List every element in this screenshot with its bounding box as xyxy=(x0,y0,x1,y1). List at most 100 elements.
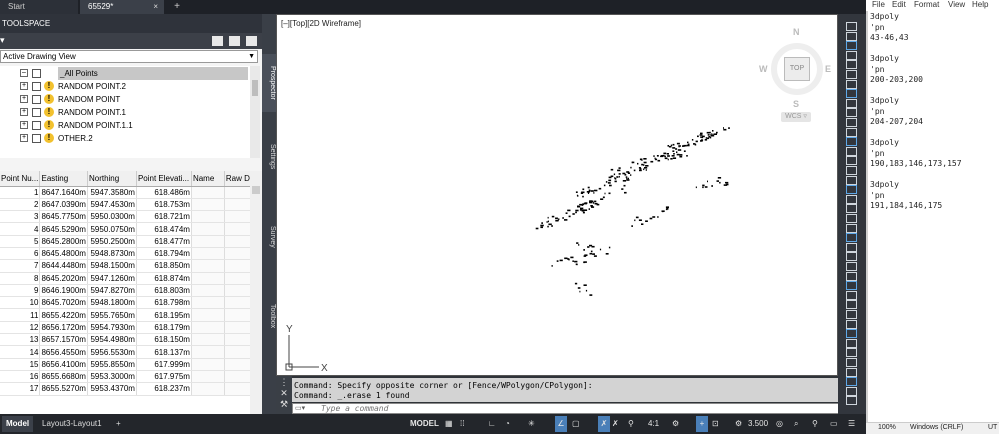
table-cell[interactable] xyxy=(191,333,225,347)
table-cell[interactable]: 8645.5290m xyxy=(39,222,88,236)
add-layout-button[interactable]: + xyxy=(112,416,125,432)
table-row[interactable]: 1 8647.1640m 5947.3580m 618.486m xyxy=(0,186,262,199)
lineweight-icon[interactable]: ⚙ xyxy=(735,416,742,432)
survey-point-marker[interactable] xyxy=(555,219,559,222)
survey-point-marker[interactable] xyxy=(723,128,727,131)
survey-point-marker[interactable] xyxy=(625,176,628,178)
tree-toggle-icon[interactable] xyxy=(212,36,223,46)
survey-point-marker[interactable] xyxy=(564,219,568,221)
insert-icon[interactable] xyxy=(846,300,857,310)
survey-point-marker[interactable] xyxy=(702,184,705,187)
table-cell[interactable]: 618.137m xyxy=(136,345,192,359)
survey-point-marker[interactable] xyxy=(622,180,627,182)
table-cell[interactable] xyxy=(191,235,225,248)
survey-point-marker[interactable] xyxy=(578,244,580,246)
survey-point-marker[interactable] xyxy=(588,189,591,192)
copy-icon[interactable] xyxy=(846,79,857,89)
ortho-icon[interactable]: ∟ xyxy=(488,416,496,432)
table-cell[interactable]: 618.195m xyxy=(136,308,192,322)
table-cell[interactable]: 5955.7650m xyxy=(87,308,137,322)
expand-icon[interactable]: + xyxy=(20,134,28,142)
expand-icon[interactable]: + xyxy=(20,121,28,129)
survey-point-marker[interactable] xyxy=(641,223,644,225)
isodraft-icon[interactable]: ✳ xyxy=(528,416,535,432)
table-cell[interactable] xyxy=(191,370,225,384)
table-cell[interactable]: 5948.1500m xyxy=(87,259,137,273)
survey-point-marker[interactable] xyxy=(570,256,574,259)
undo-icon[interactable] xyxy=(846,242,857,252)
drawing-canvas[interactable]: [–][Top][2D Wireframe] N S E W TOP WCS ▿… xyxy=(276,14,838,376)
circle-icon[interactable] xyxy=(846,50,857,60)
survey-point-marker[interactable] xyxy=(635,216,639,219)
table-cell[interactable]: 17 xyxy=(0,382,41,396)
dimension-icon[interactable] xyxy=(846,194,857,204)
table-icon[interactable] xyxy=(846,396,857,406)
survey-point-marker[interactable] xyxy=(558,218,560,220)
survey-point-marker[interactable] xyxy=(568,215,571,218)
survey-point-marker[interactable] xyxy=(657,159,661,162)
table-cell[interactable]: 5947.4530m xyxy=(87,198,137,212)
survey-point-marker[interactable] xyxy=(624,191,627,194)
survey-point-marker[interactable] xyxy=(600,198,604,200)
survey-point-marker[interactable] xyxy=(583,284,587,286)
survey-point-marker[interactable] xyxy=(627,177,629,180)
survey-point-marker[interactable] xyxy=(605,181,608,183)
profile-icon[interactable] xyxy=(846,338,857,348)
survey-point-marker[interactable] xyxy=(583,249,585,251)
survey-point-marker[interactable] xyxy=(717,177,722,179)
survey-point-marker[interactable] xyxy=(723,184,728,186)
survey-point-marker[interactable] xyxy=(704,186,708,188)
survey-point-marker[interactable] xyxy=(654,157,656,160)
redo-icon[interactable] xyxy=(846,252,857,262)
table-row[interactable]: 13 8657.1570m 5954.4980m 618.150m xyxy=(0,333,262,347)
survey-point-marker[interactable] xyxy=(630,166,632,169)
viewcube[interactable]: N S E W TOP WCS ▿ xyxy=(759,25,833,125)
survey-point-marker[interactable] xyxy=(705,137,707,139)
survey-point-marker[interactable] xyxy=(540,226,543,229)
table-cell[interactable]: 7 xyxy=(0,259,41,273)
surface-icon[interactable] xyxy=(846,319,857,329)
table-row[interactable]: 14 8656.4550m 5956.5530m 618.137m xyxy=(0,345,262,359)
survey-point-marker[interactable] xyxy=(679,154,683,156)
survey-point-marker[interactable] xyxy=(551,225,553,227)
item-view-icon[interactable] xyxy=(229,36,240,46)
survey-point-marker[interactable] xyxy=(672,143,675,146)
survey-point-marker[interactable] xyxy=(673,153,675,155)
survey-point-marker[interactable] xyxy=(608,179,612,182)
table-row[interactable]: 17 8655.5270m 5953.4370m 618.237m xyxy=(0,382,262,396)
table-cell[interactable] xyxy=(191,296,225,310)
survey-point-marker[interactable] xyxy=(663,152,667,155)
table-cell[interactable] xyxy=(191,358,225,371)
table-cell[interactable]: 5950.0300m xyxy=(87,210,137,224)
survey-point-marker[interactable] xyxy=(548,223,552,226)
lineweight-value[interactable]: 3.500 xyxy=(748,416,768,432)
table-cell[interactable]: 8645.2020m xyxy=(39,272,88,285)
survey-point-marker[interactable] xyxy=(716,131,718,134)
survey-point-marker[interactable] xyxy=(574,260,578,263)
table-cell[interactable]: 618.753m xyxy=(136,198,192,212)
survey-point-marker[interactable] xyxy=(626,171,630,173)
table-cell[interactable]: 5954.4980m xyxy=(87,333,137,347)
table-cell[interactable]: 5947.3580m xyxy=(87,186,137,199)
survey-point-marker[interactable] xyxy=(670,158,673,160)
survey-point-marker[interactable] xyxy=(610,175,614,178)
table-cell[interactable]: 2 xyxy=(0,198,41,212)
table-cell[interactable]: 8656.4100m xyxy=(39,358,88,371)
survey-point-marker[interactable] xyxy=(725,181,729,184)
survey-point-marker[interactable] xyxy=(667,145,670,147)
table-cell[interactable]: 5947.8270m xyxy=(87,284,137,298)
survey-point-marker[interactable] xyxy=(540,224,544,227)
survey-point-marker[interactable] xyxy=(643,164,645,166)
survey-point-marker[interactable] xyxy=(589,244,593,247)
arc-icon[interactable] xyxy=(846,41,857,51)
survey-point-marker[interactable] xyxy=(609,184,612,187)
survey-point-marker[interactable] xyxy=(576,242,579,244)
compass-north[interactable]: N xyxy=(793,27,800,37)
table-cell[interactable]: 16 xyxy=(0,370,41,384)
survey-point-marker[interactable] xyxy=(572,260,574,262)
grid-column-header[interactable]: Point Elevati... xyxy=(136,171,192,187)
survey-point-marker[interactable] xyxy=(576,263,578,266)
survey-point-marker[interactable] xyxy=(643,168,645,171)
survey-point-marker[interactable] xyxy=(589,294,593,296)
survey-point-marker[interactable] xyxy=(709,134,711,136)
